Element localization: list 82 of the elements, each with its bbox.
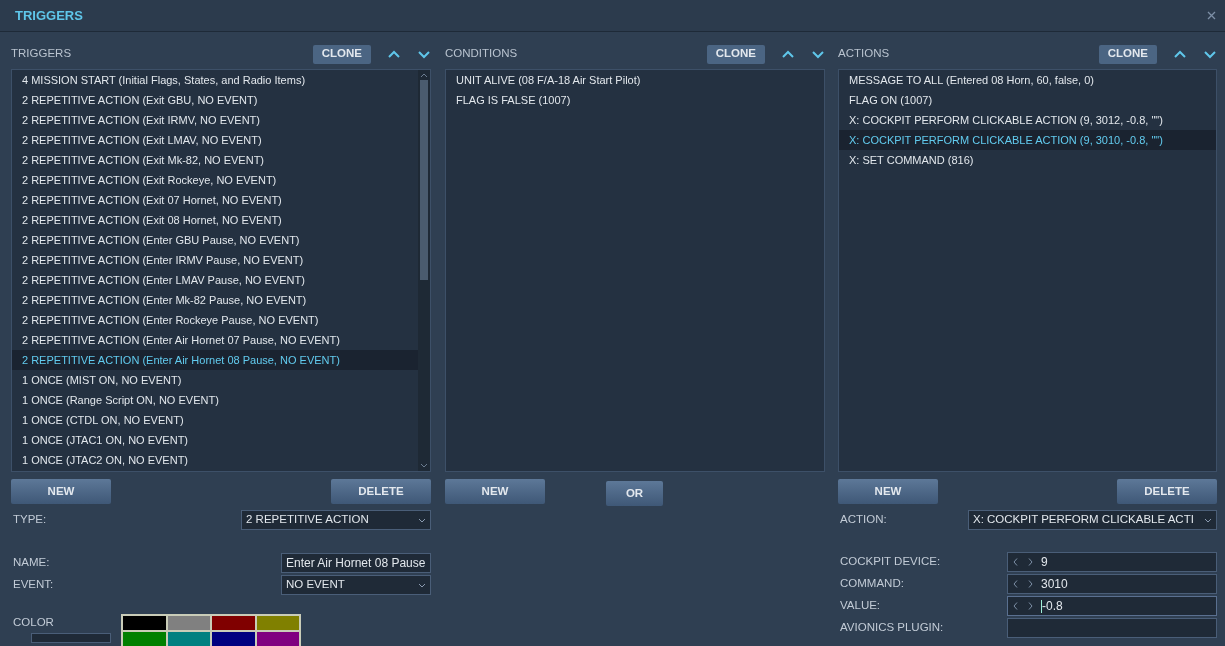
field-label: TYPE: [12,512,47,528]
list-item[interactable]: 2 REPETITIVE ACTION (Exit GBU, NO EVENT) [12,90,418,110]
text-cursor [1041,599,1042,613]
up-chevron-icon[interactable] [1174,49,1186,59]
list-item[interactable]: 1 ONCE (JTAC2 ON, NO EVENT) [12,450,418,470]
clone-button[interactable]: CLONE [1098,44,1157,64]
dropdown-caret-icon[interactable] [418,582,426,588]
list-item[interactable]: 2 REPETITIVE ACTION (Enter Mk-82 Pause, NO EVENT) [12,290,418,310]
dropdown-caret-icon[interactable] [1204,517,1212,523]
list-item[interactable]: UNIT ALIVE (08 F/A-18 Air Start Pilot) [446,70,824,90]
input-field[interactable]: 9 [1007,552,1217,572]
list-item[interactable]: FLAG ON (1007) [839,90,1216,110]
scrollbar[interactable] [418,70,430,471]
field-label: AVIONICS PLUGIN: [839,620,944,636]
list-item[interactable]: MESSAGE TO ALL (Entered 08 Horn, 60, false, 0) [839,70,1216,90]
list-item[interactable]: 2 REPETITIVE ACTION (Exit LMAV, NO EVENT) [12,130,418,150]
list-item[interactable]: FLAG IS FALSE (1007) [446,90,824,110]
event-dropdown[interactable]: NO EVENT [281,575,431,595]
field-label: COCKPIT DEVICE: [839,554,941,570]
list-item[interactable]: 2 REPETITIVE ACTION (Enter IRMV Pause, NO EVENT) [12,250,418,270]
list-item[interactable]: 2 REPETITIVE ACTION (Exit IRMV, NO EVENT) [12,110,418,130]
clone-button[interactable]: CLONE [312,44,371,64]
list-item[interactable]: 1 ONCE (MIST ON, NO EVENT) [12,370,418,390]
color-swatch[interactable] [166,615,211,631]
input-field[interactable]: 3010 [1007,574,1217,594]
down-chevron-icon[interactable] [418,49,430,59]
list-item[interactable]: 2 REPETITIVE ACTION (Exit Mk-82, NO EVENT) [12,150,418,170]
down-chevron-icon[interactable] [1204,49,1216,59]
section-heading: CONDITIONS [445,46,519,62]
color-swatch[interactable] [211,631,256,646]
color-swatch[interactable] [255,631,300,646]
action-button[interactable]: NEW [838,479,938,504]
field-label: VALUE: [839,598,881,614]
color-swatch[interactable] [166,631,211,646]
section-heading: ACTIONS [838,46,891,62]
list-item[interactable]: 4 MISSION START (Initial Flags, States, and Radio Items) [12,70,418,90]
stepper-arrows-icon[interactable] [1013,602,1033,610]
list-item[interactable]: 1 ONCE (JTAC1 ON, NO EVENT) [12,430,418,450]
list-item[interactable]: 1 ONCE (CTDL ON, NO EVENT) [12,410,418,430]
list-item[interactable]: 2 REPETITIVE ACTION (Enter Rockeye Pause, NO EVENT) [12,310,418,330]
field-label: EVENT: [12,577,54,593]
list-item[interactable]: X: SET COMMAND (816) [839,150,1216,170]
field-label: COMMAND: [839,576,904,592]
color-swatch[interactable] [122,615,167,631]
section-heading: TRIGGERS [11,46,73,62]
up-chevron-icon[interactable] [388,49,400,59]
action-dropdown[interactable]: X: COCKPIT PERFORM CLICKABLE ACTI [968,510,1217,530]
scroll-down-icon[interactable] [420,463,428,468]
color-swatch[interactable] [255,615,300,631]
action-button[interactable]: DELETE [1117,479,1217,504]
color-swatch[interactable] [122,631,167,646]
list-item[interactable]: 2 REPETITIVE ACTION (Enter Air Hornet 07 Pause, NO EVENT) [12,330,418,350]
list-item[interactable]: 1 ONCE (Range Script ON, NO EVENT) [12,390,418,410]
input-field[interactable]: -0.8 [1007,596,1217,616]
list-item[interactable]: X: COCKPIT PERFORM CLICKABLE ACTION (9, 3010, -0.8, "") [839,130,1216,150]
action-button[interactable]: OR [606,481,663,506]
list-item[interactable]: 2 REPETITIVE ACTION (Enter LMAV Pause, NO EVENT) [12,270,418,290]
field-label: COLOR [12,615,55,630]
clone-button[interactable]: CLONE [706,44,765,64]
scroll-up-icon[interactable] [420,73,428,78]
list-item[interactable]: 2 REPETITIVE ACTION (Enter GBU Pause, NO EVENT) [12,230,418,250]
up-chevron-icon[interactable] [782,49,794,59]
list-item[interactable]: 2 REPETITIVE ACTION (Exit Rockeye, NO EVENT) [12,170,418,190]
action-button[interactable]: DELETE [331,479,431,504]
close-icon[interactable] [1207,11,1216,20]
action-button[interactable]: NEW [445,479,545,504]
list-item[interactable]: 2 REPETITIVE ACTION (Enter Air Hornet 08 Pause, NO EVENT) [12,350,418,370]
type-dropdown[interactable]: 2 REPETITIVE ACTION [241,510,431,530]
field-label: NAME: [12,555,50,571]
dropdown-caret-icon[interactable] [418,517,426,523]
window-title: TRIGGERS [15,6,83,25]
list-item[interactable]: X: COCKPIT PERFORM CLICKABLE ACTION (9, 3012, -0.8, "") [839,110,1216,130]
down-chevron-icon[interactable] [812,49,824,59]
name-field[interactable]: Enter Air Hornet 08 Pause [281,553,431,573]
color-swatch[interactable] [211,615,256,631]
field-label: ACTION: [839,512,887,528]
stepper-arrows-icon[interactable] [1013,558,1033,566]
input-field[interactable] [1007,618,1217,638]
list-item[interactable]: 2 REPETITIVE ACTION (Exit 07 Hornet, NO EVENT) [12,190,418,210]
stepper-arrows-icon[interactable] [1013,580,1033,588]
action-button[interactable]: NEW [11,479,111,504]
list-item[interactable]: 2 REPETITIVE ACTION (Exit 08 Hornet, NO EVENT) [12,210,418,230]
